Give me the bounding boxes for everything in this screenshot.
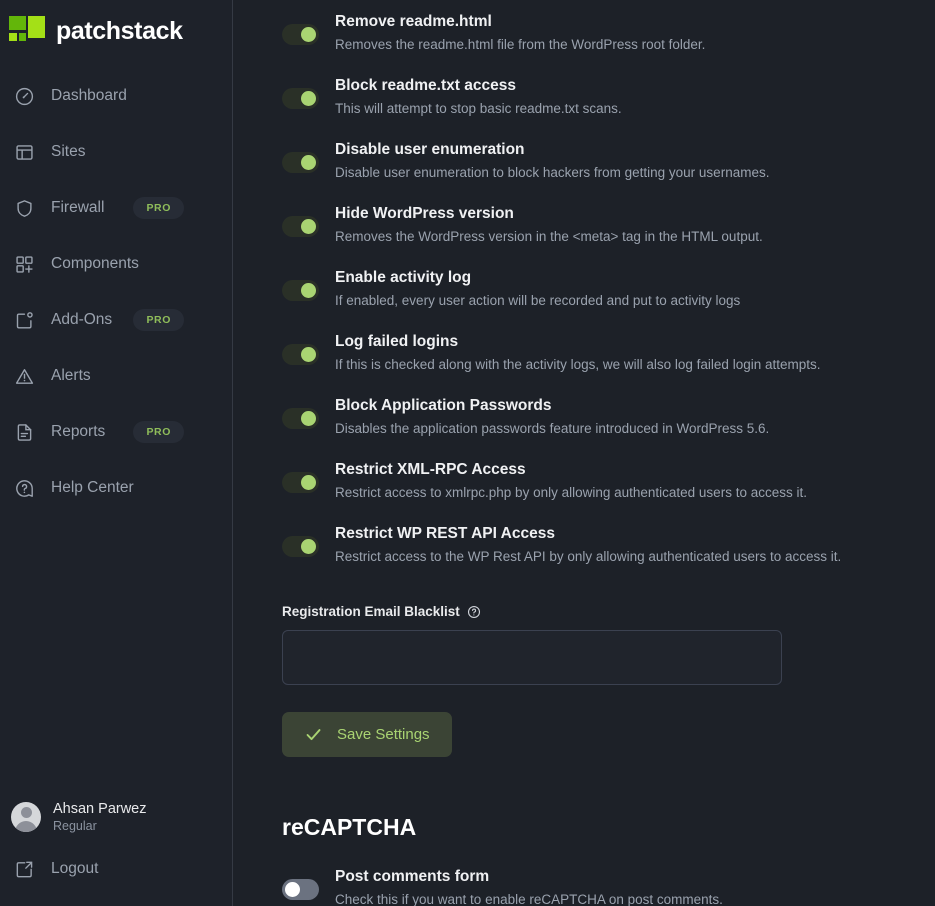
setting-title: Post comments form xyxy=(335,865,723,888)
sidebar-nav: Dashboard Sites Firewall PRO xyxy=(0,68,232,516)
user-name: Ahsan Parwez xyxy=(53,800,147,818)
setting-title: Hide WordPress version xyxy=(335,202,763,225)
sidebar-item-label: Add-Ons xyxy=(51,311,119,329)
setting-title: Restrict XML-RPC Access xyxy=(335,458,807,481)
setting-title: Block Application Passwords xyxy=(335,394,769,417)
sidebar-item-label: Dashboard xyxy=(51,87,232,105)
sidebar-item-dashboard[interactable]: Dashboard xyxy=(0,68,232,124)
setting-title: Block readme.txt access xyxy=(335,74,622,97)
pro-badge: PRO xyxy=(133,421,184,443)
user-plan: Regular xyxy=(53,818,147,835)
registration-email-blacklist-input[interactable] xyxy=(282,630,782,685)
toggle-restrict-wp-rest-api-access[interactable] xyxy=(282,536,319,557)
settings-panel: Remove readme.html Removes the readme.ht… xyxy=(233,0,935,906)
pro-badge: PRO xyxy=(133,197,184,219)
setting-description: If this is checked along with the activi… xyxy=(335,353,821,376)
setting-row: Disable user enumeration Disable user en… xyxy=(282,128,935,192)
avatar-icon xyxy=(11,802,41,832)
field-label-text: Registration Email Blacklist xyxy=(282,604,460,619)
brand[interactable]: patchstack xyxy=(0,0,232,52)
setting-description: Removes the readme.html file from the Wo… xyxy=(335,33,705,56)
recaptcha-section-title: reCAPTCHA xyxy=(282,814,935,841)
setting-title: Enable activity log xyxy=(335,266,740,289)
sidebar-item-label: Alerts xyxy=(51,367,232,385)
setting-title: Disable user enumeration xyxy=(335,138,769,161)
user-profile[interactable]: Ahsan Parwez Regular xyxy=(0,790,232,844)
pro-badge: PRO xyxy=(133,309,184,331)
save-settings-label: Save Settings xyxy=(337,726,430,743)
toggle-disable-user-enumeration[interactable] xyxy=(282,152,319,173)
sidebar-item-reports[interactable]: Reports PRO xyxy=(0,404,232,460)
setting-row: Post comments form Check this if you wan… xyxy=(282,855,935,906)
grid-plus-icon xyxy=(11,251,37,277)
brand-name: patchstack xyxy=(56,17,183,46)
setting-row: Log failed logins If this is checked alo… xyxy=(282,320,935,384)
sidebar-item-add-ons[interactable]: Add-Ons PRO xyxy=(0,292,232,348)
gauge-icon xyxy=(11,83,37,109)
layout-icon xyxy=(11,139,37,165)
setting-row: Restrict WP REST API Access Restrict acc… xyxy=(282,512,935,576)
setting-row: Remove readme.html Removes the readme.ht… xyxy=(282,0,935,64)
setting-row: Block readme.txt access This will attemp… xyxy=(282,64,935,128)
sidebar-item-label: Sites xyxy=(51,143,232,161)
toggle-enable-activity-log[interactable] xyxy=(282,280,319,301)
toggle-post-comments-form[interactable] xyxy=(282,879,319,900)
sidebar-item-label: Firewall xyxy=(51,199,119,217)
toggle-restrict-xml-rpc-access[interactable] xyxy=(282,472,319,493)
question-circle-icon xyxy=(11,475,37,501)
sidebar-item-sites[interactable]: Sites xyxy=(0,124,232,180)
logout-button[interactable]: Logout xyxy=(0,844,232,894)
setting-description: This will attempt to stop basic readme.t… xyxy=(335,97,622,120)
sidebar-item-label: Reports xyxy=(51,423,119,441)
addon-icon xyxy=(11,307,37,333)
patchstack-logo-icon xyxy=(9,16,45,46)
sidebar-item-alerts[interactable]: Alerts xyxy=(0,348,232,404)
logout-label: Logout xyxy=(51,860,232,878)
sidebar-item-label: Components xyxy=(51,255,232,273)
setting-row: Enable activity log If enabled, every us… xyxy=(282,256,935,320)
main-content: Remove readme.html Removes the readme.ht… xyxy=(233,0,935,906)
setting-row: Hide WordPress version Removes the WordP… xyxy=(282,192,935,256)
toggle-block-application-passwords[interactable] xyxy=(282,408,319,429)
sidebar-item-label: Help Center xyxy=(51,479,232,497)
check-icon xyxy=(304,725,323,744)
logout-icon xyxy=(11,856,37,882)
registration-email-blacklist-label: Registration Email Blacklist xyxy=(282,604,935,619)
sidebar: patchstack Dashboard Sites xyxy=(0,0,233,906)
setting-title: Log failed logins xyxy=(335,330,821,353)
setting-description: If enabled, every user action will be re… xyxy=(335,289,740,312)
toggle-block-readme-txt-access[interactable] xyxy=(282,88,319,109)
setting-description: Restrict access to xmlrpc.php by only al… xyxy=(335,481,807,504)
setting-description: Removes the WordPress version in the <me… xyxy=(335,225,763,248)
toggle-hide-wordpress-version[interactable] xyxy=(282,216,319,237)
setting-description: Restrict access to the WP Rest API by on… xyxy=(335,545,841,568)
setting-row: Block Application Passwords Disables the… xyxy=(282,384,935,448)
app-root: patchstack Dashboard Sites xyxy=(0,0,935,906)
shield-icon xyxy=(11,195,37,221)
question-circle-icon[interactable] xyxy=(467,605,481,619)
save-settings-button[interactable]: Save Settings xyxy=(282,712,452,757)
sidebar-item-firewall[interactable]: Firewall PRO xyxy=(0,180,232,236)
setting-title: Remove readme.html xyxy=(335,10,705,33)
warning-triangle-icon xyxy=(11,363,37,389)
setting-row: Restrict XML-RPC Access Restrict access … xyxy=(282,448,935,512)
setting-description: Disables the application passwords featu… xyxy=(335,417,769,440)
setting-description: Disable user enumeration to block hacker… xyxy=(335,161,769,184)
sidebar-item-help-center[interactable]: Help Center xyxy=(0,460,232,516)
setting-description: Check this if you want to enable reCAPTC… xyxy=(335,888,723,906)
toggle-remove-readme-html[interactable] xyxy=(282,24,319,45)
setting-title: Restrict WP REST API Access xyxy=(335,522,841,545)
toggle-log-failed-logins[interactable] xyxy=(282,344,319,365)
document-icon xyxy=(11,419,37,445)
sidebar-item-components[interactable]: Components xyxy=(0,236,232,292)
sidebar-footer: Ahsan Parwez Regular Logout xyxy=(0,790,232,906)
